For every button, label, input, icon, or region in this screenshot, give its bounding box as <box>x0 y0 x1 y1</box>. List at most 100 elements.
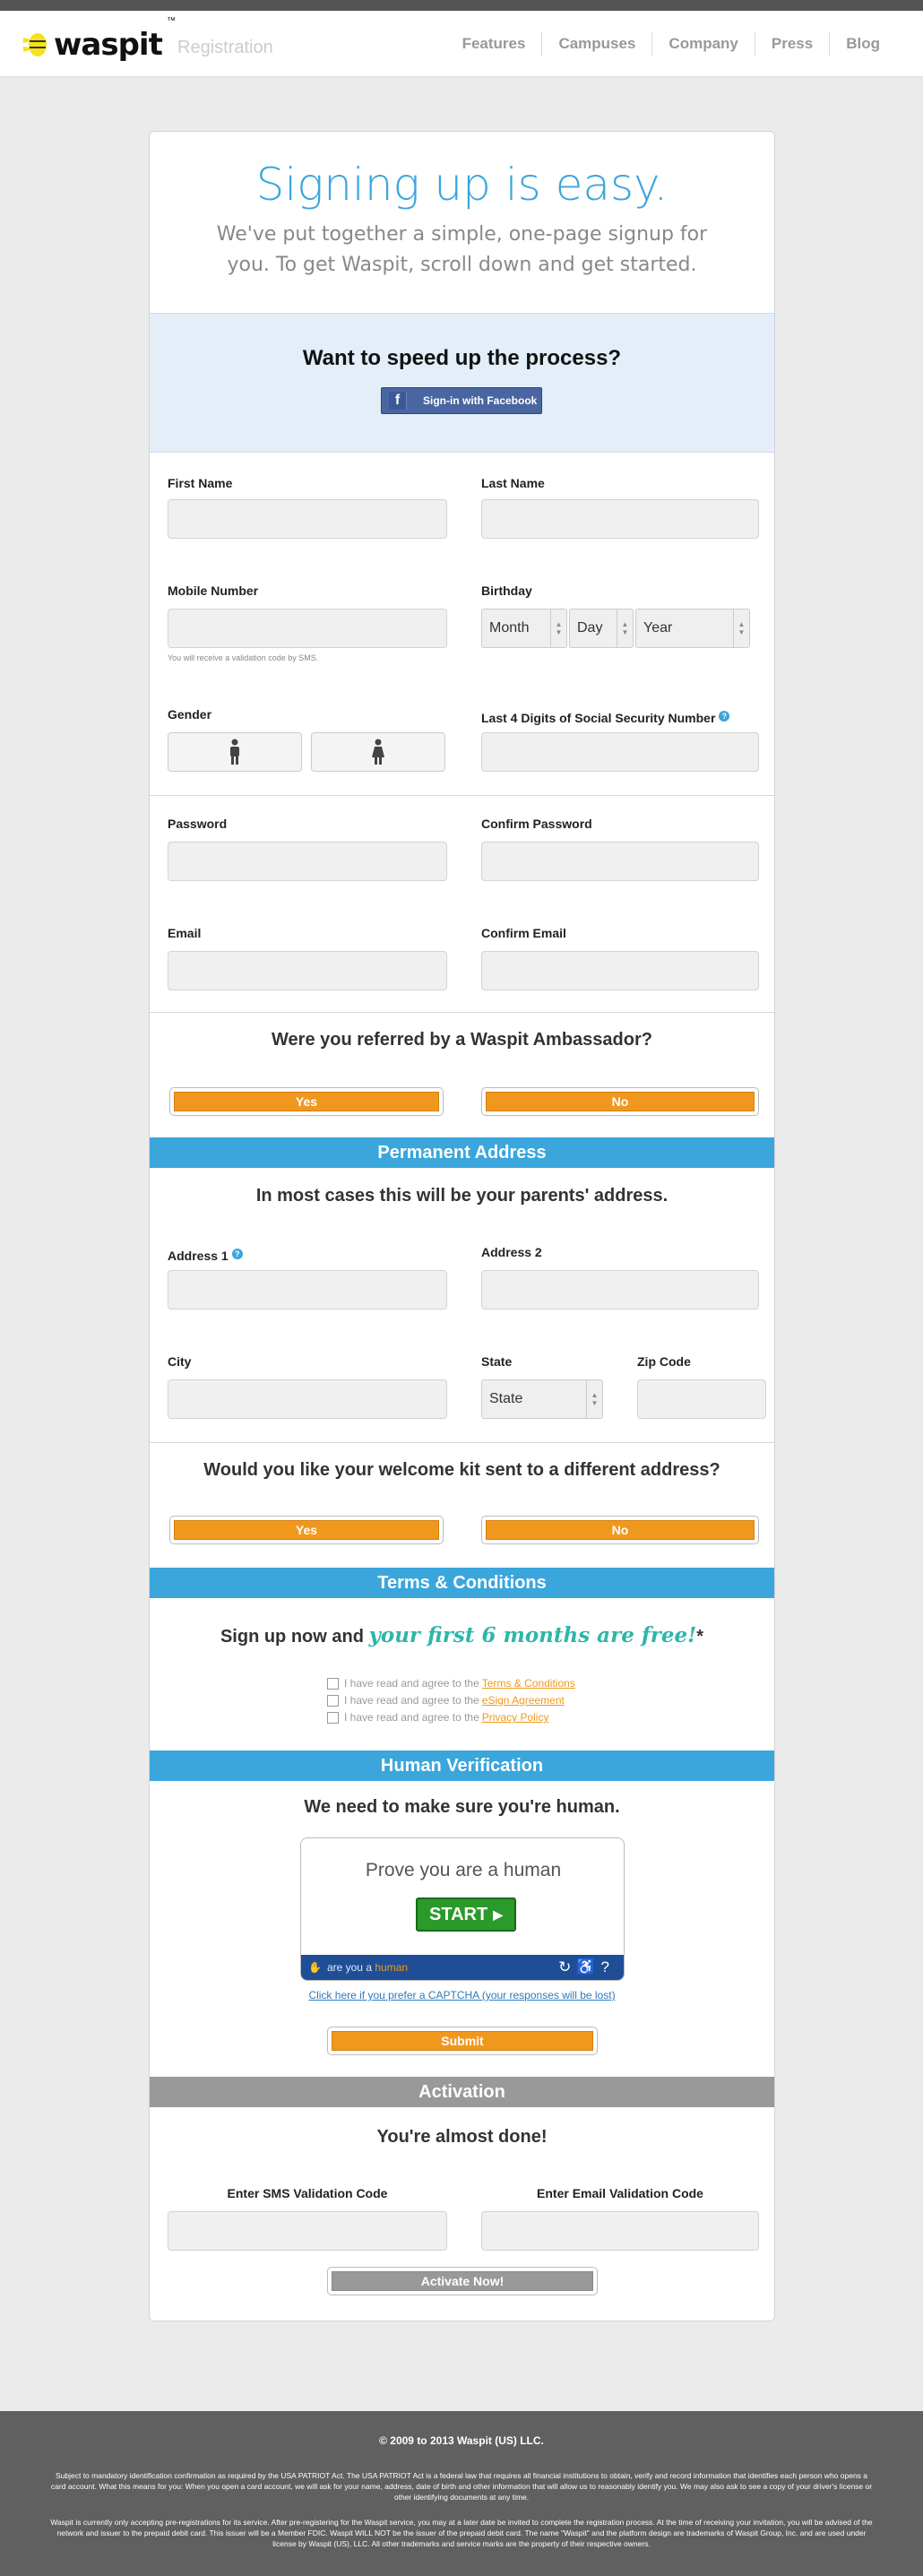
brand-a: are you a <box>326 1961 372 1974</box>
address2-label: Address 2 <box>481 1245 542 1259</box>
mobile-label: Mobile Number <box>168 583 259 598</box>
human-note: We need to make sure you're human. <box>304 1797 620 1817</box>
state-select[interactable]: State ▲ ▼ <box>481 1379 603 1419</box>
terms-link[interactable]: Terms & Conditions <box>482 1677 575 1690</box>
kit-yes-button[interactable]: Yes <box>169 1516 444 1544</box>
email-code-label: Enter Email Validation Code <box>537 2186 703 2200</box>
zip-field[interactable] <box>637 1379 766 1419</box>
esign-checkbox-row: I have read and agree to the eSign Agreem… <box>327 1694 575 1707</box>
esign-link[interactable]: eSign Agreement <box>482 1694 565 1707</box>
start-button[interactable]: START ▶ <box>416 1897 516 1932</box>
captcha-tools: ↻♿? <box>558 1958 615 1976</box>
submit-label: Submit <box>332 2031 593 2051</box>
page-section-label: Registration <box>177 38 273 57</box>
site-footer: © 2009 to 2013 Waspit (US) LLC. Subject … <box>0 2411 923 2576</box>
accessibility-icon[interactable]: ♿ <box>576 1958 600 1975</box>
activation-note: You're almost done! <box>376 2127 548 2147</box>
brand-b: human <box>375 1961 409 1974</box>
address2-field[interactable] <box>481 1270 759 1310</box>
patriot-act-notice: Subject to mandatory identification conf… <box>50 2471 873 2502</box>
confirm-email-field[interactable] <box>481 951 759 990</box>
address1-label: Address 1? <box>168 1249 243 1263</box>
select-arrows-icon: ▲ ▼ <box>617 609 633 647</box>
select-arrows-icon: ▲ ▼ <box>733 609 749 647</box>
preregistration-notice: Waspit is currently only accepting pre-r… <box>50 2518 873 2548</box>
mobile-field[interactable] <box>168 609 447 648</box>
gender-male-button[interactable] <box>168 732 302 772</box>
city-field[interactable] <box>168 1379 447 1419</box>
activation-band: Activation <box>150 2077 774 2107</box>
nav-company[interactable]: Company <box>651 32 754 56</box>
human-check-widget: Prove you are a human START ▶ ✋ are you a… <box>300 1837 625 1981</box>
last-name-label: Last Name <box>481 476 545 490</box>
prefer-captcha-link[interactable]: Click here if you prefer a CAPTCHA (your… <box>150 1989 774 2001</box>
help-icon[interactable]: ? <box>601 1958 615 1975</box>
terms-checklist: I have read and agree to the Terms & Cond… <box>327 1677 575 1724</box>
ambassador-no-button[interactable]: No <box>481 1087 759 1116</box>
state-label: State <box>481 1354 513 1369</box>
privacy-checkbox[interactable] <box>327 1711 339 1724</box>
email-label: Email <box>168 926 202 940</box>
refresh-icon[interactable]: ↻ <box>558 1958 576 1975</box>
ssn-label-text: Last 4 Digits of Social Security Number <box>481 711 716 725</box>
email-code-field[interactable] <box>481 2211 759 2251</box>
divider <box>150 1012 774 1013</box>
hand-icon: ✋ <box>308 1961 322 1974</box>
prove-human-text: Prove you are a human <box>365 1860 562 1880</box>
privacy-link[interactable]: Privacy Policy <box>482 1711 549 1724</box>
confirm-email-label: Confirm Email <box>481 926 566 940</box>
ambassador-yes-label: Yes <box>174 1092 439 1111</box>
activate-label: Activate Now! <box>332 2271 593 2291</box>
info-icon[interactable]: ? <box>719 711 730 722</box>
nav-features[interactable]: Features <box>446 32 542 56</box>
password-label: Password <box>168 817 228 831</box>
ssn-field[interactable] <box>481 732 759 772</box>
captcha-brand-bar: ✋ are you a human ↻♿? <box>301 1955 624 1980</box>
sms-code-field[interactable] <box>168 2211 447 2251</box>
first-name-label: First Name <box>168 476 233 490</box>
human-verification-band: Human Verification <box>150 1750 774 1781</box>
password-field[interactable] <box>168 842 447 881</box>
birthday-day-select[interactable]: Day ▲ ▼ <box>569 609 634 648</box>
ambassador-question: Were you referred by a Waspit Ambassador… <box>272 1030 652 1050</box>
nav-blog[interactable]: Blog <box>829 32 896 56</box>
city-label: City <box>168 1354 192 1369</box>
logo[interactable]: waspit <box>22 27 163 63</box>
ambassador-yes-button[interactable]: Yes <box>169 1087 444 1116</box>
esign-checkbox[interactable] <box>327 1694 339 1707</box>
info-icon[interactable]: ? <box>231 1249 243 1259</box>
birthday-month-select[interactable]: Month ▲ ▼ <box>481 609 567 648</box>
confirm-password-label: Confirm Password <box>481 817 592 831</box>
top-strip <box>0 0 923 11</box>
month-value: Month <box>489 620 530 635</box>
mobile-note: You will receive a validation code by SM… <box>168 653 319 662</box>
first-name-field[interactable] <box>168 499 447 539</box>
site-header: waspit ™ Registration Features Campuses … <box>0 11 923 77</box>
terms-checkbox[interactable] <box>327 1677 339 1690</box>
nav-campuses[interactable]: Campuses <box>541 32 651 56</box>
agree-prefix: I have read and agree to the <box>344 1694 479 1707</box>
wasp-logo-icon <box>23 33 47 56</box>
last-name-field[interactable] <box>481 499 759 539</box>
submit-button[interactable]: Submit <box>327 2027 598 2055</box>
email-field[interactable] <box>168 951 447 990</box>
agree-prefix: I have read and agree to the <box>344 1711 479 1724</box>
birthday-label: Birthday <box>481 583 532 598</box>
nav-press[interactable]: Press <box>754 32 829 56</box>
activate-button[interactable]: Activate Now! <box>327 2267 598 2295</box>
facebook-signin-button[interactable]: f Sign-in with Facebook <box>381 387 542 414</box>
speed-up-title: Want to speed up the process? <box>302 346 622 370</box>
birthday-year-select[interactable]: Year ▲ ▼ <box>635 609 750 648</box>
hero-title: Signing up is easy. <box>255 159 669 211</box>
male-icon <box>230 739 239 765</box>
select-arrows-icon: ▲ ▼ <box>550 609 566 647</box>
confirm-password-field[interactable] <box>481 842 759 881</box>
address-note: In most cases this will be your parents'… <box>255 1186 669 1206</box>
kit-no-button[interactable]: No <box>481 1516 759 1544</box>
female-icon <box>372 739 384 765</box>
ambassador-no-label: No <box>486 1092 755 1111</box>
year-value: Year <box>643 620 673 635</box>
divider <box>150 795 774 796</box>
gender-female-button[interactable] <box>311 732 445 772</box>
address1-field[interactable] <box>168 1270 447 1310</box>
